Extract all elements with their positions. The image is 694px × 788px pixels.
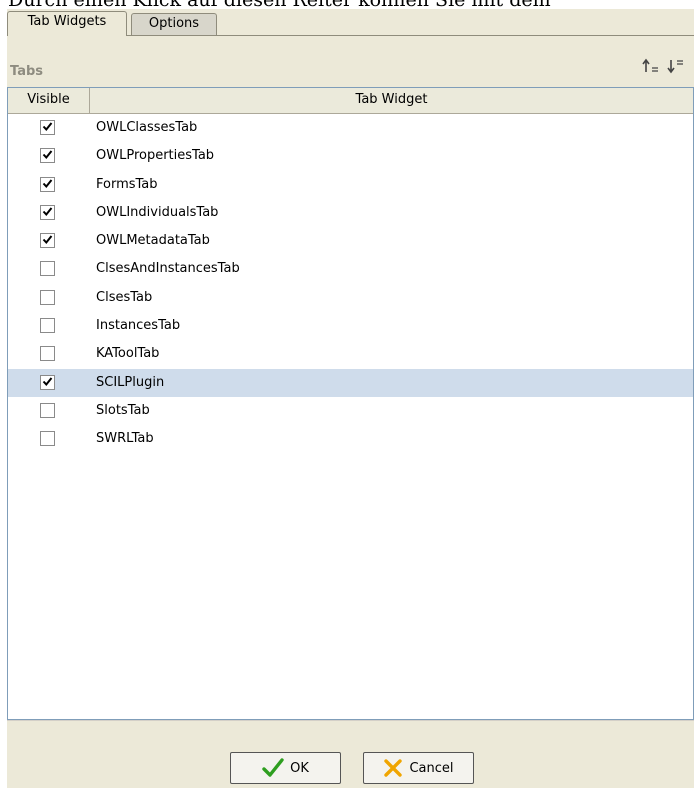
tab-widget-name: ClsesTab <box>96 289 153 305</box>
visible-checkbox[interactable] <box>40 120 55 135</box>
table-row[interactable]: OWLPropertiesTab <box>8 142 693 170</box>
tab-widgets-dialog: Tab Widgets Options Tabs Visible Tab Wid… <box>7 9 694 788</box>
tab-widget-name: OWLPropertiesTab <box>96 148 215 164</box>
table-row[interactable]: KAToolTab <box>8 340 693 368</box>
tab-tab-widgets[interactable]: Tab Widgets <box>7 11 127 36</box>
bottom-divider <box>7 720 694 721</box>
check-mark-icon <box>42 377 53 386</box>
tab-widget-name: OWLClassesTab <box>96 120 198 135</box>
table-row[interactable]: SWRLTab <box>8 425 693 453</box>
tab-widget-name: ClsesAndInstancesTab <box>96 261 240 277</box>
cutoff-document-text: Durch einen Klick auf diesen Reiter könn… <box>8 0 694 9</box>
check-mark-icon <box>42 235 53 245</box>
visible-checkbox[interactable] <box>40 318 55 334</box>
tab-widget-name: InstancesTab <box>96 318 181 334</box>
visible-checkbox[interactable] <box>40 261 55 277</box>
visible-checkbox[interactable] <box>40 346 55 362</box>
check-mark-icon <box>42 150 53 160</box>
visible-checkbox[interactable] <box>40 374 55 390</box>
checkmark-icon <box>262 758 284 777</box>
visible-checkbox[interactable] <box>40 148 55 164</box>
visible-checkbox[interactable] <box>40 431 55 447</box>
table-row[interactable]: SCILPlugin <box>8 368 693 397</box>
tab-widgets-table: Visible Tab Widget OWLClassesTab OWLPrope… <box>7 87 694 720</box>
tab-widget-name: KAToolTab <box>96 346 160 362</box>
visible-checkbox[interactable] <box>40 176 55 192</box>
cancel-button[interactable]: Cancel <box>363 752 474 784</box>
visible-checkbox[interactable] <box>40 233 55 249</box>
move-up-button[interactable] <box>640 56 662 76</box>
visible-checkbox[interactable] <box>40 204 55 220</box>
tab-widget-name: OWLMetadataTab <box>96 233 210 249</box>
table-row[interactable]: FormsTab <box>8 171 693 199</box>
table-row[interactable]: OWLMetadataTab <box>8 227 693 255</box>
table-row[interactable]: SlotsTab <box>8 397 693 425</box>
column-header-tab-widget[interactable]: Tab Widget <box>90 88 693 113</box>
table-row[interactable]: InstancesTab <box>8 312 693 340</box>
ok-button[interactable]: OK <box>230 752 341 784</box>
table-row[interactable]: OWLClassesTab <box>8 114 693 142</box>
cancel-x-icon <box>384 759 403 777</box>
move-down-icon <box>667 60 683 74</box>
cancel-label: Cancel <box>409 760 454 776</box>
check-mark-icon <box>42 122 53 132</box>
check-mark-icon <box>42 207 53 216</box>
table-row[interactable]: ClsesTab <box>8 284 693 312</box>
table-header: Visible Tab Widget <box>8 88 693 114</box>
move-up-icon <box>642 58 658 72</box>
tab-widget-name: SCILPlugin <box>96 374 165 390</box>
tab-widget-name: SWRLTab <box>96 431 154 447</box>
table-body: OWLClassesTab OWLPropertiesTab FormsTab OWL… <box>8 114 693 454</box>
panel-title: Tabs <box>10 64 44 79</box>
tab-widget-name: FormsTab <box>96 176 158 192</box>
visible-checkbox[interactable] <box>40 402 55 418</box>
table-row[interactable]: ClsesAndInstancesTab <box>8 255 693 283</box>
tab-bar: Tab Widgets Options <box>7 9 694 36</box>
table-row[interactable]: OWLIndividualsTab <box>8 199 693 227</box>
tab-options[interactable]: Options <box>131 13 217 35</box>
tab-widget-name: OWLIndividualsTab <box>96 204 219 220</box>
check-mark-icon <box>42 178 53 188</box>
move-down-button[interactable] <box>665 56 687 76</box>
ok-label: OK <box>290 760 309 776</box>
tab-widget-name: SlotsTab <box>96 402 150 418</box>
visible-checkbox[interactable] <box>40 289 55 305</box>
column-header-visible[interactable]: Visible <box>8 88 90 113</box>
